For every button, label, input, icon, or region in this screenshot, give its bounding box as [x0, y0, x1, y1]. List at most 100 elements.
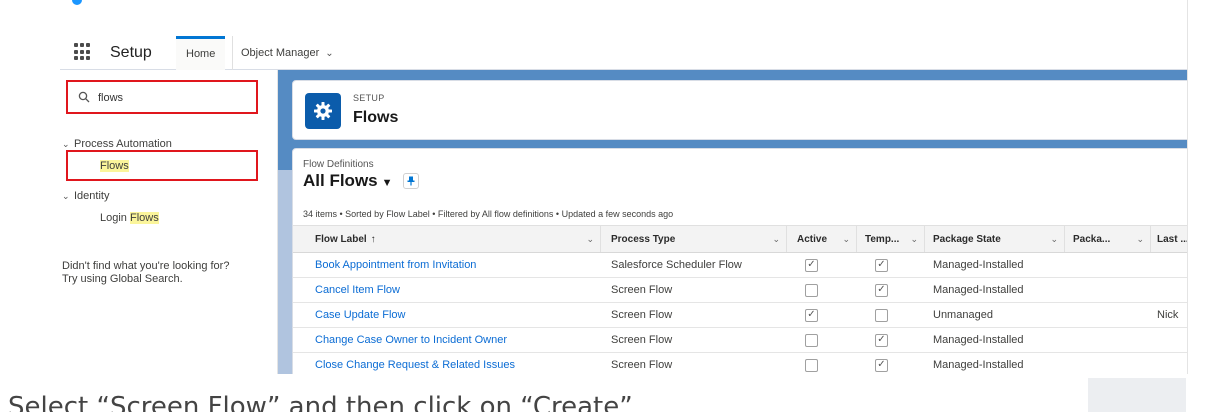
tab-object-manager-label: Object Manager	[241, 47, 320, 59]
table-row: Case Update Flow Screen Flow ✓ Unmanaged…	[293, 303, 1187, 328]
active-checkbox-icon	[805, 283, 818, 297]
last-modified-by	[1151, 278, 1187, 302]
page-overline: SETUP	[353, 93, 385, 103]
col-header-text: Packa...	[1073, 233, 1111, 245]
chevron-down-icon[interactable]: ⌄	[1050, 234, 1058, 245]
template-checkbox-icon: ✓	[875, 358, 888, 372]
last-modified-by	[1151, 328, 1187, 352]
pin-icon	[407, 176, 415, 186]
setup-navbar: Setup Home Object Manager ⌄	[60, 36, 1187, 70]
tab-home[interactable]: Home	[176, 36, 226, 70]
tree-section-identity[interactable]: ⌄ Identity	[62, 190, 109, 202]
package-name	[1065, 328, 1151, 352]
chevron-down-icon[interactable]: ⌄	[910, 234, 918, 245]
login-flows-match: Flows	[129, 212, 159, 224]
sort-asc-icon: ↑	[370, 233, 376, 245]
sidebar-item-flows[interactable]: Flows	[66, 150, 258, 181]
table-row: Book Appointment from Invitation Salesfo…	[293, 253, 1187, 278]
table-row: Cancel Item Flow Screen Flow ✓ Managed-I…	[293, 278, 1187, 303]
template-checkbox-icon	[875, 308, 888, 322]
search-icon	[78, 91, 90, 103]
process-type: Screen Flow	[611, 359, 673, 371]
sidebar-item-flows-label: Flows	[100, 160, 129, 172]
search-help-text: Didn't find what you're looking for? Try…	[62, 260, 272, 286]
setup-sidebar: ⌄ Process Automation Flows ⌄ Identity Logi…	[60, 70, 278, 374]
package-name	[1065, 353, 1151, 374]
flow-label-link[interactable]: Cancel Item Flow	[315, 284, 400, 296]
flow-label-link[interactable]: Book Appointment from Invitation	[315, 259, 476, 271]
process-type: Screen Flow	[611, 309, 673, 321]
list-view-info: 34 items • Sorted by Flow Label • Filter…	[303, 209, 674, 219]
chevron-down-icon: ⌄	[62, 191, 70, 201]
quick-find-box[interactable]	[66, 80, 258, 114]
package-state: Managed-Installed	[933, 359, 1024, 371]
chevron-down-icon[interactable]: ⌄	[586, 234, 594, 245]
chevron-down-icon[interactable]: ⌄	[1136, 234, 1144, 245]
col-header-text: Package State	[933, 233, 1001, 245]
process-type: Salesforce Scheduler Flow	[611, 259, 742, 271]
app-name: Setup	[110, 44, 152, 61]
list-object-label: Flow Definitions	[303, 159, 374, 170]
col-header-package-state[interactable]: Package State ⌄	[925, 226, 1065, 252]
chevron-down-icon: ⌄	[62, 139, 70, 149]
package-state: Managed-Installed	[933, 334, 1024, 346]
process-type: Screen Flow	[611, 284, 673, 296]
template-checkbox-icon: ✓	[875, 283, 888, 297]
last-modified-by	[1151, 253, 1187, 277]
setup-screenshot: Setup Home Object Manager ⌄ ⌄ Process Auto…	[60, 0, 1188, 374]
col-header-text: Active	[797, 233, 828, 245]
col-header-text: Last ...	[1157, 233, 1188, 245]
package-state: Managed-Installed	[933, 259, 1024, 271]
flow-label-link[interactable]: Close Change Request & Related Issues	[315, 359, 515, 371]
col-header-last-modified[interactable]: Last ...	[1151, 226, 1188, 252]
active-checkbox-icon: ✓	[805, 308, 818, 322]
pin-list-view-button[interactable]	[403, 173, 419, 189]
flow-label-link[interactable]: Case Update Flow	[315, 309, 406, 321]
last-modified-by: Nick	[1157, 309, 1179, 321]
flows-table: Flow Label ↑ ⌄ Process Type ⌄ Active ⌄ Temp.…	[293, 225, 1188, 374]
instruction-caption: Select “Screen Flow” and then click on “…	[8, 392, 633, 412]
table-header-row: Flow Label ↑ ⌄ Process Type ⌄ Active ⌄ Temp.…	[293, 225, 1188, 253]
help-line-1: Didn't find what you're looking for?	[62, 260, 230, 272]
flows-list-view: Flow Definitions All Flows ▼ 34 items • S…	[292, 148, 1188, 374]
tree-section-label: Process Automation	[74, 138, 172, 150]
package-state: Unmanaged	[933, 309, 993, 321]
chevron-down-icon[interactable]: ⌄	[842, 234, 850, 245]
package-name	[1065, 253, 1151, 277]
help-line-2: Try using Global Search.	[62, 273, 183, 285]
list-view-picker[interactable]: All Flows ▼	[303, 171, 393, 191]
col-header-package[interactable]: Packa... ⌄	[1065, 226, 1151, 252]
col-header-flow-label[interactable]: Flow Label ↑ ⌄	[293, 226, 601, 252]
tab-home-label: Home	[186, 48, 216, 60]
col-header-text: Flow Label	[315, 233, 367, 245]
app-launcher-icon[interactable]	[74, 43, 92, 61]
chevron-down-icon[interactable]: ⌄	[325, 37, 333, 71]
active-checkbox-icon	[805, 333, 818, 347]
page-title: Flows	[353, 109, 399, 126]
col-header-template[interactable]: Temp... ⌄	[857, 226, 925, 252]
col-header-active[interactable]: Active ⌄	[787, 226, 857, 252]
col-header-process-type[interactable]: Process Type ⌄	[601, 226, 787, 252]
process-type: Screen Flow	[611, 334, 673, 346]
tree-section-process-automation[interactable]: ⌄ Process Automation	[62, 138, 172, 150]
col-header-text: Process Type	[611, 233, 676, 245]
gear-icon	[305, 93, 341, 129]
tree-section-label: Identity	[74, 190, 110, 202]
caret-down-icon: ▼	[381, 177, 393, 189]
flow-label-link[interactable]: Change Case Owner to Incident Owner	[315, 334, 507, 346]
package-state: Managed-Installed	[933, 284, 1024, 296]
main-content: SETUP Flows Flow Definitions All Flows ▼ …	[278, 70, 1188, 374]
sidebar-item-login-flows[interactable]: Login Flows	[100, 212, 159, 224]
quick-find-input[interactable]	[98, 90, 248, 106]
tab-object-manager[interactable]: Object Manager ⌄	[232, 36, 342, 70]
list-view-title: All Flows	[303, 171, 378, 190]
page-header: SETUP Flows	[292, 80, 1187, 140]
chevron-down-icon[interactable]: ⌄	[772, 234, 780, 245]
login-flows-prefix: Login	[100, 212, 130, 224]
last-modified-by	[1151, 353, 1187, 374]
col-header-text: Temp...	[865, 233, 900, 245]
table-row: Close Change Request & Related Issues Sc…	[293, 353, 1187, 374]
active-checkbox-icon	[805, 358, 818, 372]
active-checkbox-icon: ✓	[805, 258, 818, 272]
table-row: Change Case Owner to Incident Owner Scre…	[293, 328, 1187, 353]
